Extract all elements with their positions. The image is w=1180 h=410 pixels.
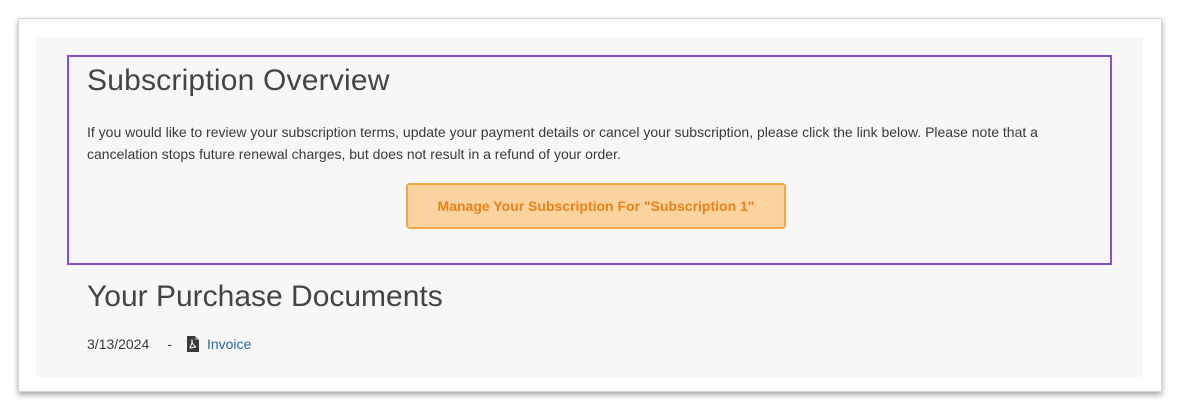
manage-subscription-button[interactable]: Manage Your Subscription For "Subscripti… <box>406 183 786 229</box>
subscription-overview-title: Subscription Overview <box>87 64 390 97</box>
document-date: 3/13/2024 <box>87 336 150 352</box>
document-separator: - <box>167 336 172 352</box>
subscription-description: If you would like to review your subscri… <box>87 124 1038 162</box>
pdf-file-icon <box>186 336 199 352</box>
invoice-link[interactable]: Invoice <box>207 336 251 352</box>
document-row: 3/13/2024 - Invoice <box>87 334 251 354</box>
purchase-documents-title: Your Purchase Documents <box>87 280 443 313</box>
